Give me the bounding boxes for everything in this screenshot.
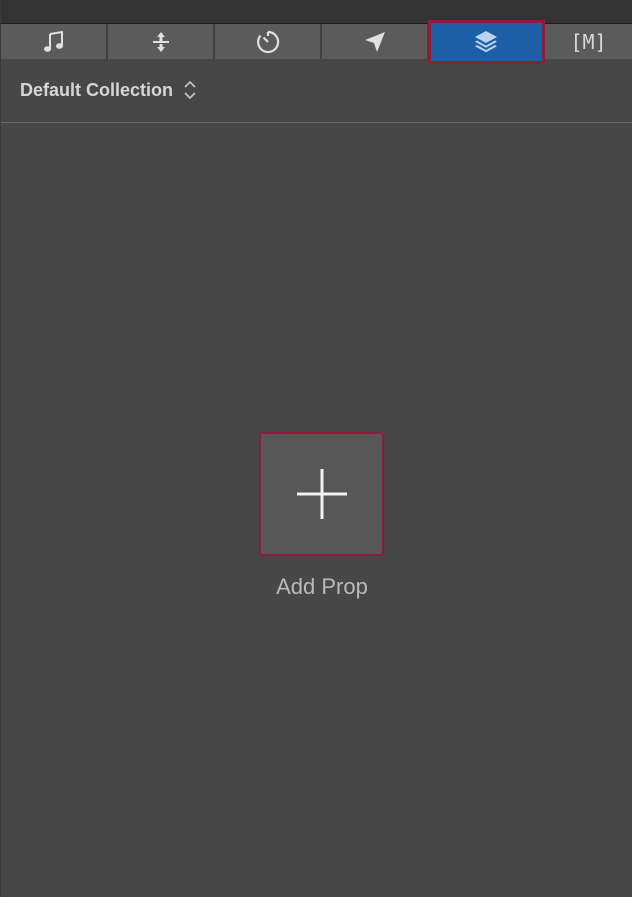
- up-down-chevron-icon: [184, 80, 196, 100]
- split-divide-icon: [152, 31, 169, 52]
- tab-split[interactable]: [108, 24, 215, 59]
- layers-icon: [474, 31, 497, 53]
- tab-navigate[interactable]: [322, 24, 429, 59]
- tab-layers[interactable]: [428, 20, 545, 64]
- timer-icon: [256, 30, 279, 53]
- navigation-arrow-icon: [364, 31, 385, 52]
- tab-music[interactable]: [1, 24, 108, 59]
- add-prop-label: Add Prop: [276, 574, 368, 599]
- tab-timer[interactable]: [215, 24, 322, 59]
- add-prop-button[interactable]: [259, 432, 384, 556]
- plus-icon: [296, 469, 347, 519]
- marker-bracket-icon: [M]: [570, 29, 607, 54]
- header-divider: [1, 122, 632, 123]
- collection-label: Default Collection: [20, 79, 174, 100]
- tab-marker[interactable]: [M]: [544, 24, 632, 59]
- props-panel: [M] Default Collection Add Prop: [0, 0, 632, 897]
- music-note-icon: [43, 30, 63, 52]
- collection-selector[interactable]: Default Collection: [20, 78, 197, 102]
- tab-bar: [M]: [1, 20, 632, 64]
